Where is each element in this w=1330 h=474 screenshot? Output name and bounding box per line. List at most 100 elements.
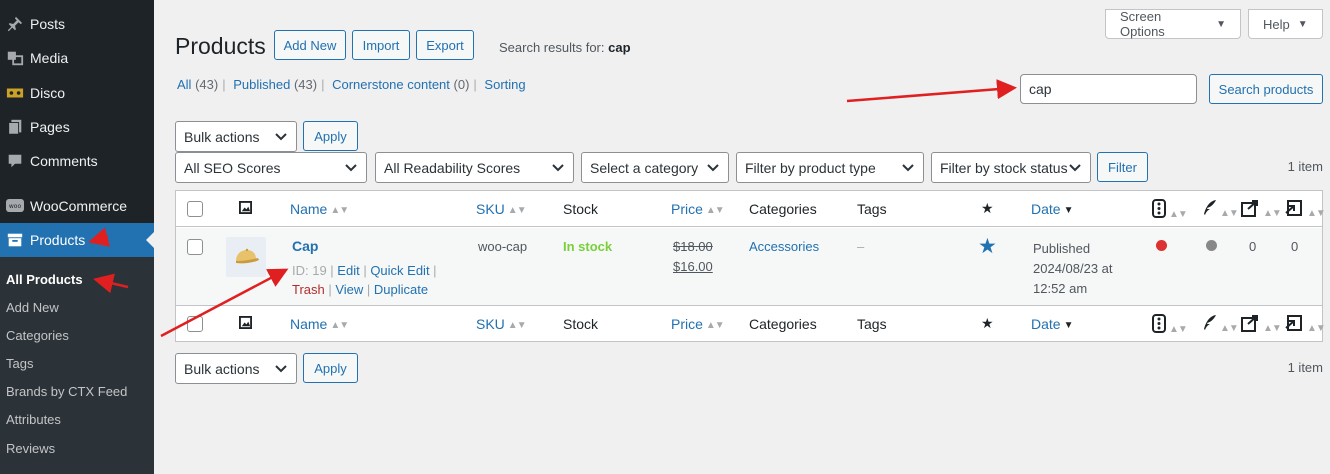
submenu-attributes[interactable]: Attributes [6,412,61,427]
outgoing-links-count: 0 [1249,239,1257,254]
image-column-icon [239,316,252,332]
view-all-link[interactable]: All [177,77,191,92]
submenu-all-products[interactable]: All Products [6,272,83,287]
featured-star-icon[interactable]: ★ [981,200,994,217]
chevron-down-icon [275,365,287,373]
chevron-down-icon [552,164,564,172]
search-input[interactable] [1020,74,1197,104]
column-sku[interactable]: SKU ▲▼ [476,316,527,332]
select-all-checkbox-bottom[interactable] [187,316,203,332]
cap-image-icon [236,248,259,264]
products-submenu: All Products Add New Categories Tags Bra… [0,257,154,474]
apply-button-top[interactable]: Apply [303,121,358,151]
media-icon [0,49,30,67]
sort-icon: ▲▼ [1220,208,1239,219]
column-name[interactable]: Name ▲▼ [290,316,349,332]
row-checkbox[interactable] [187,239,203,255]
table-header-bottom: Name ▲▼ SKU ▲▼ Stock Price ▲▼ Categories Ta… [176,305,1326,341]
column-tags: Tags [857,201,887,217]
chevron-down-icon [275,133,287,141]
bulk-actions-select-bottom[interactable]: Bulk actions [175,353,297,384]
submenu-reviews[interactable]: Reviews [6,441,55,456]
sort-icon: ▲▼ [705,320,725,331]
column-sku[interactable]: SKU ▲▼ [476,201,527,217]
stock-status: In stock [563,239,613,254]
column-name[interactable]: Name ▲▼ [290,201,349,217]
view-sorting-link[interactable]: Sorting [484,77,525,92]
bulk-actions-select-top[interactable]: Bulk actions [175,121,297,152]
filter-button[interactable]: Filter [1097,152,1148,182]
readability-score-indicator [1206,240,1217,251]
column-categories: Categories [749,201,817,217]
product-date: Published 2024/08/23 at 12:52 am [1033,241,1113,296]
select-all-checkbox[interactable] [187,201,203,217]
category-filter[interactable]: Select a category [581,152,729,183]
sidebar-item-products[interactable]: Products [0,223,154,257]
sort-icon: ▲▼ [705,205,725,216]
screen-options-button[interactable]: Screen Options ▼ [1105,9,1241,39]
featured-star-icon[interactable]: ★ [978,234,997,259]
readability-column-icon[interactable]: ▲▼ [1201,199,1239,220]
quick-edit-link[interactable]: Quick Edit [370,263,429,278]
sidebar-item-woocommerce[interactable]: woo WooCommerce [0,189,154,223]
duplicate-link[interactable]: Duplicate [374,282,428,297]
featured-star-icon[interactable]: ★ [981,315,994,332]
sort-icon: ▲▼ [507,320,527,331]
stock-status-filter[interactable]: Filter by stock status [931,152,1091,183]
sidebar-item-comments[interactable]: Comments [0,144,154,178]
outgoing-links-column-icon[interactable]: ▲▼ [1240,199,1282,220]
seo-score-column-icon[interactable]: ▲▼ [1152,199,1188,221]
sort-icon: ▲▼ [1307,208,1326,219]
apply-button-bottom[interactable]: Apply [303,353,358,383]
column-price[interactable]: Price ▲▼ [671,316,725,332]
product-name-link[interactable]: Cap [292,238,318,254]
seo-score-column-icon[interactable]: ▲▼ [1152,314,1188,336]
readability-score-filter[interactable]: All Readability Scores [375,152,574,183]
submenu-brands[interactable]: Brands by CTX Feed [6,384,127,399]
sidebar-item-pages[interactable]: Pages [0,110,154,144]
submenu-tags[interactable]: Tags [6,356,33,371]
add-new-button[interactable]: Add New [274,30,346,60]
sort-icon: ▲▼ [1169,324,1188,335]
trash-link[interactable]: Trash [292,282,325,297]
sidebar-item-media[interactable]: Media [0,41,154,75]
incoming-links-column-icon[interactable]: ▲▼ [1284,314,1326,335]
chevron-down-icon [902,164,914,172]
readability-column-icon[interactable]: ▲▼ [1201,314,1239,335]
active-indicator [146,232,154,248]
product-sku: woo-cap [478,239,528,254]
export-button[interactable]: Export [416,30,474,60]
column-date[interactable]: Date ▼ [1031,201,1074,217]
product-type-filter[interactable]: Filter by product type [736,152,924,183]
view-cornerstone-link[interactable]: Cornerstone content [332,77,450,92]
view-link[interactable]: View [335,282,363,297]
sidebar-item-disco[interactable]: Disco [0,76,154,110]
product-tags: – [857,239,865,254]
column-categories: Categories [749,316,817,332]
table-header-top: Name ▲▼ SKU ▲▼ Stock Price ▲▼ Categories Ta… [176,191,1326,227]
row-actions: ID: 19 | Edit | Quick Edit | Trash | Vie… [292,263,437,297]
item-count-bottom: 1 item [1287,360,1323,375]
sort-desc-icon: ▼ [1063,205,1074,216]
seo-score-filter[interactable]: All SEO Scores [175,152,367,183]
sort-icon: ▲▼ [1307,323,1326,334]
category-link[interactable]: Accessories [749,239,819,254]
column-price[interactable]: Price ▲▼ [671,201,725,217]
view-published-link[interactable]: Published [233,77,290,92]
sidebar-item-posts[interactable]: Posts [0,7,154,41]
column-date[interactable]: Date ▼ [1031,316,1074,332]
product-thumbnail[interactable] [226,237,266,277]
submenu-add-new[interactable]: Add New [6,300,59,315]
import-button[interactable]: Import [352,30,410,60]
comment-icon [0,152,30,170]
edit-link[interactable]: Edit [337,263,359,278]
chevron-down-icon [345,164,357,172]
incoming-links-column-icon[interactable]: ▲▼ [1284,199,1326,220]
submenu-categories[interactable]: Categories [6,328,69,343]
sort-desc-icon: ▼ [1063,320,1074,331]
search-products-button[interactable]: Search products [1209,74,1323,104]
woo-icon: woo [0,197,30,215]
help-button[interactable]: Help ▼ [1248,9,1323,39]
outgoing-links-column-icon[interactable]: ▲▼ [1240,314,1282,335]
sort-icon: ▲▼ [1220,323,1239,334]
